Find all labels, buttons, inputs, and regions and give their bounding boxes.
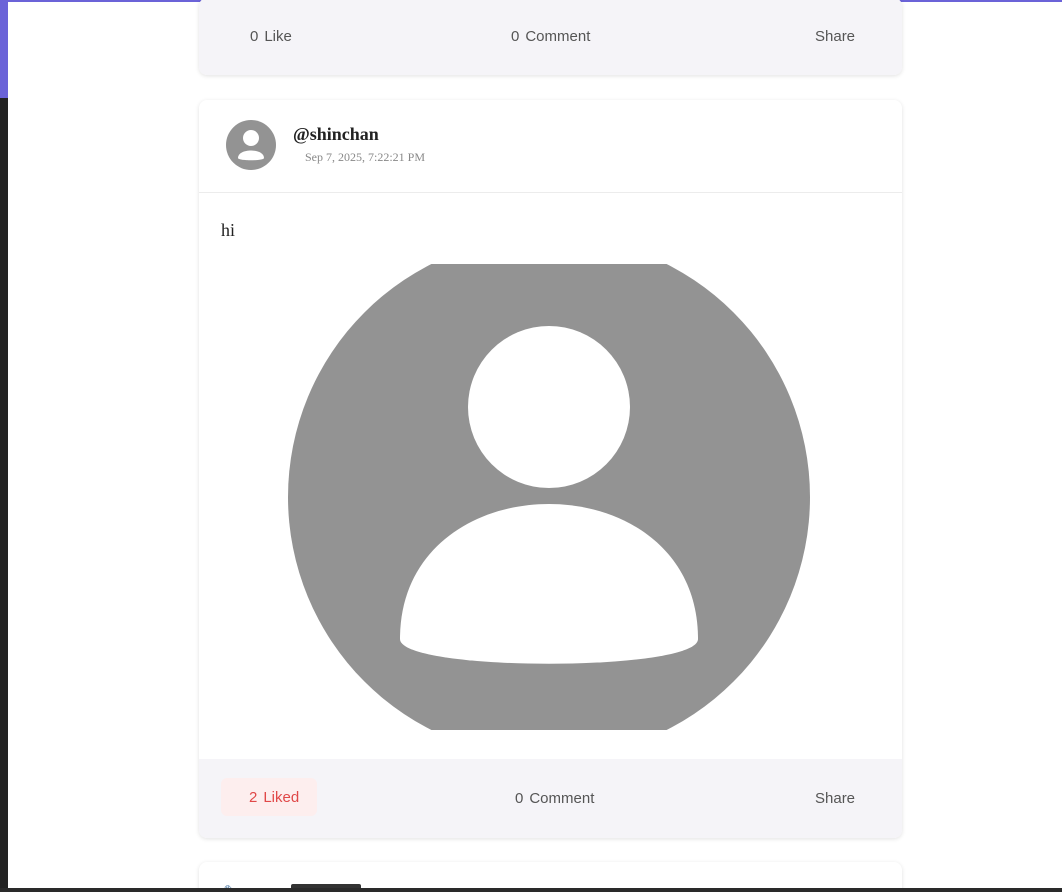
comment-count: 0 <box>511 28 520 45</box>
post-username[interactable]: @shinchan <box>293 124 379 145</box>
comment-label: Comment <box>525 28 591 45</box>
user-avatar-icon[interactable] <box>226 120 276 170</box>
comment-button[interactable]: 0 Comment <box>511 0 590 75</box>
previous-post-card: 0 Like 0 Comment Share <box>199 0 902 75</box>
like-label: Like <box>264 28 292 45</box>
post-image-placeholder-icon[interactable] <box>288 264 810 730</box>
share-button[interactable]: Share <box>815 759 855 838</box>
like-count: 2 <box>249 788 258 806</box>
like-button[interactable]: 0 Like <box>250 0 292 75</box>
like-label: Liked <box>263 788 300 806</box>
post-card: @shinchan Sep 7, 2025, 7:22:21 PM hi 2 L… <box>199 100 902 838</box>
post-text: hi <box>221 220 236 240</box>
post-header: @shinchan Sep 7, 2025, 7:22:21 PM <box>199 100 902 193</box>
comment-count: 0 <box>515 790 524 807</box>
liked-button[interactable]: 2 Liked <box>221 778 318 816</box>
comment-label: Comment <box>529 790 595 807</box>
share-label: Share <box>815 28 856 45</box>
share-label: Share <box>815 790 856 807</box>
share-button[interactable]: Share <box>815 0 855 75</box>
like-count: 0 <box>250 28 259 45</box>
comment-button[interactable]: 0 Comment <box>515 759 594 838</box>
post-action-bar: 2 Liked 0 Comment Share <box>199 759 902 838</box>
left-accent-strip <box>0 0 8 98</box>
previous-post-action-bar: 0 Like 0 Comment Share <box>199 0 902 75</box>
bottom-edge <box>0 888 1062 892</box>
feed-page: 0 Like 0 Comment Share @shinchan Sep 7, … <box>0 0 1062 892</box>
left-dark-strip <box>0 98 8 892</box>
post-timestamp: Sep 7, 2025, 7:22:21 PM <box>305 150 426 164</box>
